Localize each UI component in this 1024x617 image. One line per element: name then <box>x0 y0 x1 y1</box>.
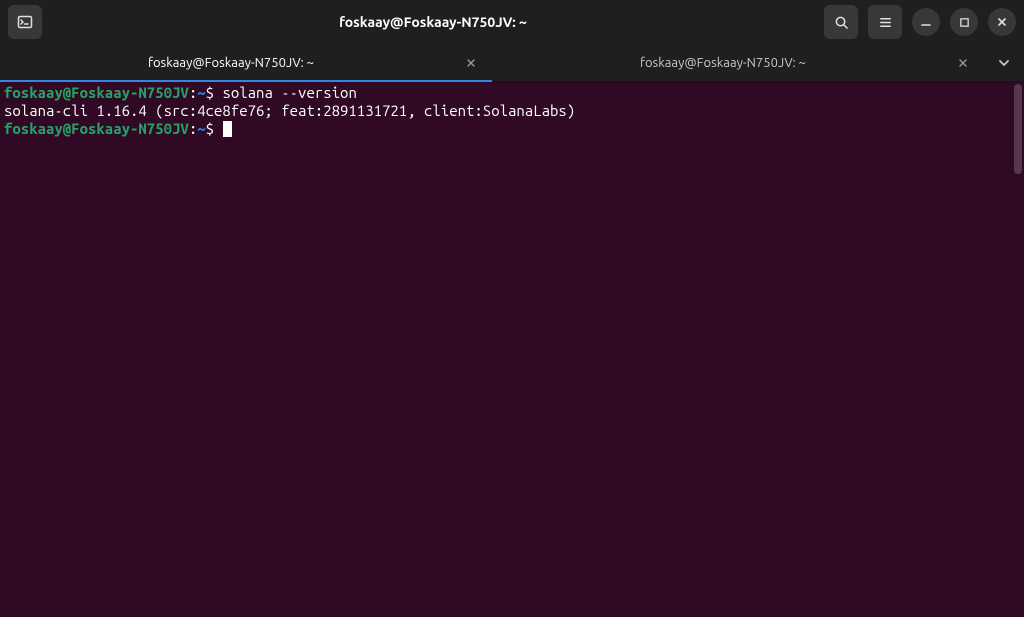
prompt-user-host: foskaay@Foskaay-N750JV <box>4 84 189 101</box>
cursor <box>223 121 232 137</box>
search-button[interactable] <box>824 5 858 39</box>
close-icon <box>958 58 968 68</box>
maximize-icon <box>959 17 970 28</box>
titlebar-right <box>824 5 1016 39</box>
hamburger-icon <box>878 15 893 30</box>
minimize-icon <box>920 16 932 28</box>
maximize-button[interactable] <box>950 8 978 36</box>
tabbar: foskaay@Foskaay-N750JV: ~ foskaay@Foskaa… <box>0 44 1024 82</box>
tab-dropdown-button[interactable] <box>984 44 1024 81</box>
tab-2[interactable]: foskaay@Foskaay-N750JV: ~ <box>492 44 984 81</box>
close-icon <box>996 16 1008 28</box>
tab-close-button[interactable] <box>954 54 972 72</box>
titlebar: foskaay@Foskaay-N750JV: ~ <box>0 0 1024 44</box>
scrollbar-thumb[interactable] <box>1014 84 1022 174</box>
new-tab-button[interactable] <box>8 5 42 39</box>
terminal-icon <box>17 14 33 30</box>
tab-title: foskaay@Foskaay-N750JV: ~ <box>504 56 942 70</box>
close-button[interactable] <box>988 8 1016 36</box>
tab-title: foskaay@Foskaay-N750JV: ~ <box>12 56 450 70</box>
chevron-down-icon <box>997 56 1011 70</box>
command-text: solana --version <box>222 84 356 101</box>
prompt-user-host: foskaay@Foskaay-N750JV <box>4 120 189 137</box>
prompt-symbol: $ <box>206 84 214 101</box>
prompt-separator: : <box>189 84 197 101</box>
prompt-symbol: $ <box>206 120 214 137</box>
prompt-path: ~ <box>197 84 205 101</box>
search-icon <box>834 15 849 30</box>
terminal-viewport[interactable]: foskaay@Foskaay-N750JV:~$ solana --versi… <box>0 82 1024 617</box>
tab-close-button[interactable] <box>462 54 480 72</box>
titlebar-left <box>8 5 42 39</box>
menu-button[interactable] <box>868 5 902 39</box>
prompt-path: ~ <box>197 120 205 137</box>
output-line: solana-cli 1.16.4 (src:4ce8fe76; feat:28… <box>4 102 1020 120</box>
prompt-line: foskaay@Foskaay-N750JV:~$ solana --versi… <box>4 84 1020 102</box>
prompt-line: foskaay@Foskaay-N750JV:~$ <box>4 120 1020 138</box>
window-title: foskaay@Foskaay-N750JV: ~ <box>50 14 816 30</box>
tab-1[interactable]: foskaay@Foskaay-N750JV: ~ <box>0 44 492 81</box>
prompt-separator: : <box>189 120 197 137</box>
close-icon <box>466 58 476 68</box>
minimize-button[interactable] <box>912 8 940 36</box>
